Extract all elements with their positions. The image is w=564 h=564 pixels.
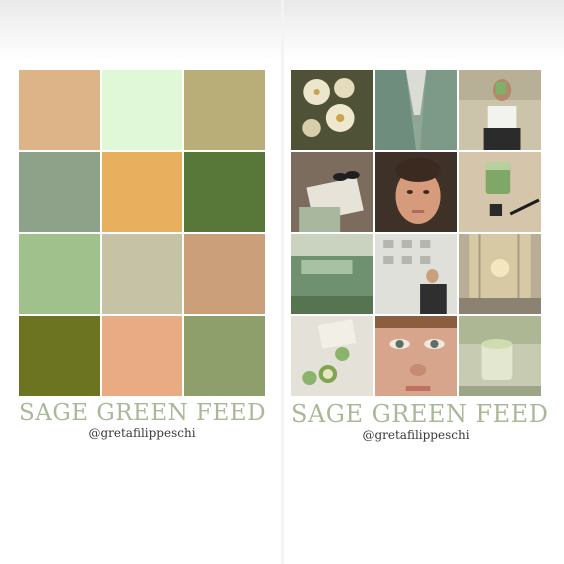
color-swatch bbox=[184, 70, 265, 150]
color-swatch bbox=[184, 316, 265, 396]
photo-matcha-latte[interactable] bbox=[459, 316, 541, 396]
panel-divider bbox=[281, 0, 284, 564]
color-swatch bbox=[19, 152, 100, 232]
photo-flowers[interactable] bbox=[291, 70, 373, 150]
color-swatch bbox=[184, 152, 265, 232]
palette-title: SAGE GREEN FEED bbox=[19, 400, 267, 426]
photo-eyes-closeup[interactable] bbox=[375, 316, 457, 396]
color-swatch bbox=[19, 316, 100, 396]
photo-bed-book-apples[interactable] bbox=[291, 316, 373, 396]
color-swatch bbox=[19, 70, 100, 150]
color-swatch bbox=[19, 234, 100, 314]
photo-feed-grid bbox=[291, 70, 541, 396]
palette-panel: SAGE GREEN FEED @gretafilippeschi bbox=[19, 70, 267, 440]
photo-green-blazer[interactable] bbox=[375, 70, 457, 150]
palette-handle: @gretafilippeschi bbox=[88, 426, 196, 440]
color-swatch bbox=[101, 316, 183, 396]
photo-vintage-car[interactable] bbox=[291, 234, 373, 314]
color-palette-grid bbox=[19, 70, 265, 396]
feed-handle: @gretafilippeschi bbox=[362, 428, 470, 442]
photo-woman-matcha[interactable] bbox=[459, 70, 541, 150]
photo-iced-matcha[interactable] bbox=[459, 152, 541, 232]
feed-title: SAGE GREEN FEED bbox=[291, 400, 549, 428]
color-swatch bbox=[101, 234, 183, 314]
photo-face-portrait[interactable] bbox=[375, 152, 457, 232]
photo-books-sunglasses[interactable] bbox=[291, 152, 373, 232]
color-swatch bbox=[101, 152, 183, 232]
photo-sunset-window[interactable] bbox=[459, 234, 541, 314]
photo-feed-panel: SAGE GREEN FEED @gretafilippeschi bbox=[291, 70, 549, 442]
photo-woman-building[interactable] bbox=[375, 234, 457, 314]
color-swatch bbox=[101, 70, 183, 150]
color-swatch bbox=[184, 234, 265, 314]
